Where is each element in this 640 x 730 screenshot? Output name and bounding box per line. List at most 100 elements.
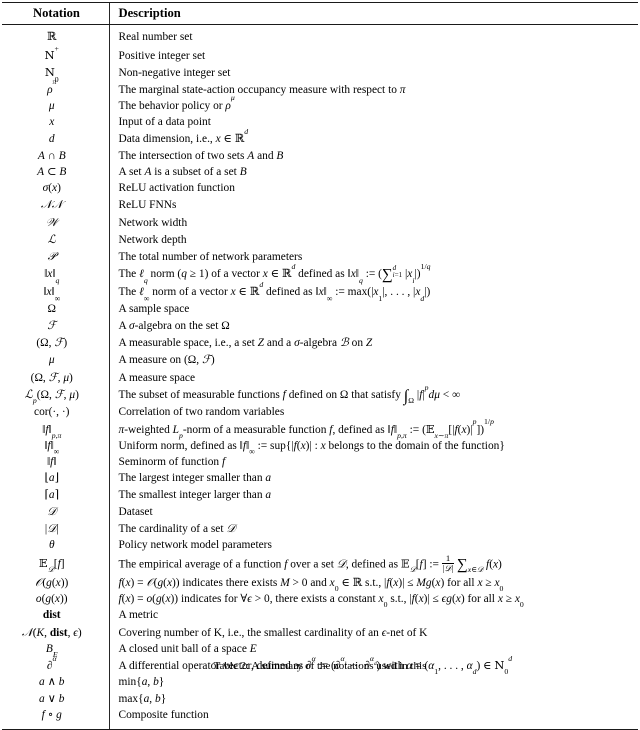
table-row: (Ω, ℱ, μ) A measure space [2, 368, 638, 386]
description-cell: Composite function [108, 706, 638, 729]
description-cell: max{a, b} [108, 690, 638, 707]
description-cell: Network depth [108, 230, 638, 248]
table-row: ρπ The marginal state-action occupancy me… [2, 77, 638, 98]
notation-cell: A ⊂ B [37, 165, 67, 178]
description-cell: Policy network model parameters [108, 537, 638, 554]
description-cell: Network width [108, 213, 638, 231]
notation-cell: A ∩ B [37, 149, 66, 162]
notation-cell: ‖x‖q [44, 268, 60, 285]
table-row: 𝒩(K, dist, ϵ) Covering number of K, i.e.,… [2, 623, 638, 641]
notation-cell: o(g(x)) [35, 593, 68, 606]
table-row: 𝔼𝒟[f] The empirical average of a function… [2, 553, 638, 575]
description-cell: A set A is a subset of a set B [108, 163, 638, 180]
notation-cell: ‖f‖∞ [44, 439, 60, 457]
notation-table: Notation Description [2, 3, 638, 24]
notation-cell: ℱ [47, 317, 57, 332]
table-row: |𝒟| The cardinality of a set 𝒟 [2, 520, 638, 538]
notation-table-wrapper: Notation Description ℝ Real number set N+ P… [0, 2, 640, 730]
notation-cell: a ∨ b [39, 692, 65, 705]
description-cell: A metric [108, 607, 638, 624]
table-row: A ∩ B The intersection of two sets A and … [2, 147, 638, 164]
notation-cell: dist [42, 609, 61, 622]
description-cell: min{a, b} [108, 674, 638, 691]
table-row: ‖x‖q The ℓq norm (q ≥ 1) of a vector x ∈ … [2, 263, 638, 285]
description-cell: The total number of network parameters [108, 248, 638, 266]
description-cell: Uniform norm, defined as ‖f‖∞ := sup{|f(… [108, 437, 638, 456]
table-row: dist A metric [2, 607, 638, 624]
notation-cell: ⌈a⌉ [44, 488, 60, 501]
notation-cell: ⌊a⌋ [44, 472, 60, 485]
notation-cell: θ [48, 539, 55, 552]
notation-cell: 𝒩𝒩 [40, 197, 63, 212]
table-row: N+ Positive integer set [2, 43, 638, 65]
notation-table-body: ℝ Real number set N+ Positive integer set N0… [2, 25, 638, 729]
notation-cell: 𝒟 [47, 503, 57, 518]
table-row: a ∧ b min{a, b} [2, 674, 638, 691]
table-row: μ The behavior policy or ρμ [2, 94, 638, 114]
description-cell: A measurable space, i.e., a set Z and a … [108, 334, 638, 352]
table-row: 𝒪(g(x)) f(x) = 𝒪(g(x)) indicates there ex… [2, 573, 638, 592]
table-row: A ⊂ B A set A is a subset of a set B [2, 163, 638, 180]
column-header-description: Description [108, 3, 638, 24]
table-row: 𝒲 Network width [2, 213, 638, 231]
description-cell: The smallest integer larger than a [108, 486, 638, 503]
description-cell: Covering number of K, i.e., the smallest… [108, 623, 638, 641]
notation-cell: f ∘ g [41, 708, 62, 721]
table-row: a ∨ b max{a, b} [2, 690, 638, 707]
notation-cell: N+ [44, 43, 59, 62]
table-body: ℝ Real number set N+ Positive integer set N0… [2, 25, 638, 729]
table-row: x Input of a data point [2, 114, 638, 131]
table-row: θ Policy network model parameters [2, 537, 638, 554]
description-cell: Non-negative integer set [108, 64, 638, 82]
notation-cell: 𝒲 [45, 214, 58, 229]
table-row: μ A measure on (Ω, ℱ) [2, 351, 638, 369]
table-row: σ(x) ReLU activation function [2, 180, 638, 197]
notation-cell: a ∧ b [39, 676, 65, 689]
description-cell: The marginal state-action occupancy meas… [108, 81, 638, 98]
description-cell: ReLU FNNs [108, 196, 638, 214]
notation-cell: 𝒫 [47, 249, 56, 263]
notation-cell: 𝒩(K, dist, ϵ) [21, 624, 82, 639]
table-row: cor(·, ·) Correlation of two random varia… [2, 404, 638, 421]
description-cell: The largest integer smaller than a [108, 470, 638, 487]
notation-cell: ρπ [47, 77, 57, 96]
table-row: ‖f‖p,π π-weighted Lp-norm of a measurable… [2, 418, 638, 439]
description-cell: ReLU activation function [108, 180, 638, 197]
notation-cell: μ [48, 354, 55, 367]
table-row: ‖f‖∞ Uniform norm, defined as ‖f‖∞ := sup… [2, 437, 638, 457]
description-cell: The empirical average of a function f ov… [108, 553, 638, 574]
table-row: ℱ A σ-algebra on the set Ω [2, 316, 638, 335]
notation-cell: μ [48, 99, 55, 112]
notation-cell: 𝔼𝒟[f] [38, 556, 65, 575]
table-row: BE A closed unit ball of a space E [2, 640, 638, 658]
description-cell: A measure on (Ω, ℱ) [108, 351, 638, 369]
table-row: 𝒩𝒩 ReLU FNNs [2, 196, 638, 214]
table-row: 𝒟 Dataset [2, 502, 638, 521]
description-cell: The subset of measurable functions f def… [108, 383, 638, 405]
table-header-row: Notation Description [2, 3, 638, 24]
notation-cell: Ω [47, 302, 56, 315]
description-cell: A sample space [108, 300, 638, 317]
column-header-notation: Notation [33, 6, 80, 20]
notation-cell: (Ω, ℱ) [36, 335, 68, 350]
description-cell: π-weighted Lp-norm of a measurable funct… [108, 418, 638, 439]
table-row: ⌊a⌋ The largest integer smaller than a [2, 470, 638, 487]
table-row: ℒp(Ω, ℱ, μ) The subset of measurable func… [2, 383, 638, 406]
description-cell: A measure space [108, 368, 638, 386]
notation-cell: ℒp(Ω, ℱ, μ) [24, 386, 79, 406]
table-row: 𝒫 The total number of network parameters [2, 248, 638, 266]
description-cell: Data dimension, i.e., x ∈ ℝd [108, 128, 638, 148]
table-row: ℒ Network depth [2, 230, 638, 248]
notation-cell: (Ω, ℱ, μ) [30, 369, 73, 384]
description-cell: f(x) = o(g(x)) indicates for ∀ϵ > 0, the… [108, 591, 638, 609]
page-root: Notation Description ℝ Real number set N+ P… [0, 0, 640, 730]
notation-cell: 𝒪(g(x)) [35, 574, 69, 589]
description-cell: Seminorm of function f [108, 454, 638, 471]
description-cell: The ℓ∞ norm of a vector x ∈ ℝd defined a… [108, 281, 638, 302]
table-row: (Ω, ℱ) A measurable space, i.e., a set Z … [2, 334, 638, 352]
description-cell: The cardinality of a set 𝒟 [108, 520, 638, 538]
description-cell: Real number set [108, 25, 638, 47]
notation-cell: ℒ [47, 231, 56, 246]
notation-cell: ‖f‖ [46, 456, 57, 469]
notation-cell: σ(x) [42, 182, 61, 194]
